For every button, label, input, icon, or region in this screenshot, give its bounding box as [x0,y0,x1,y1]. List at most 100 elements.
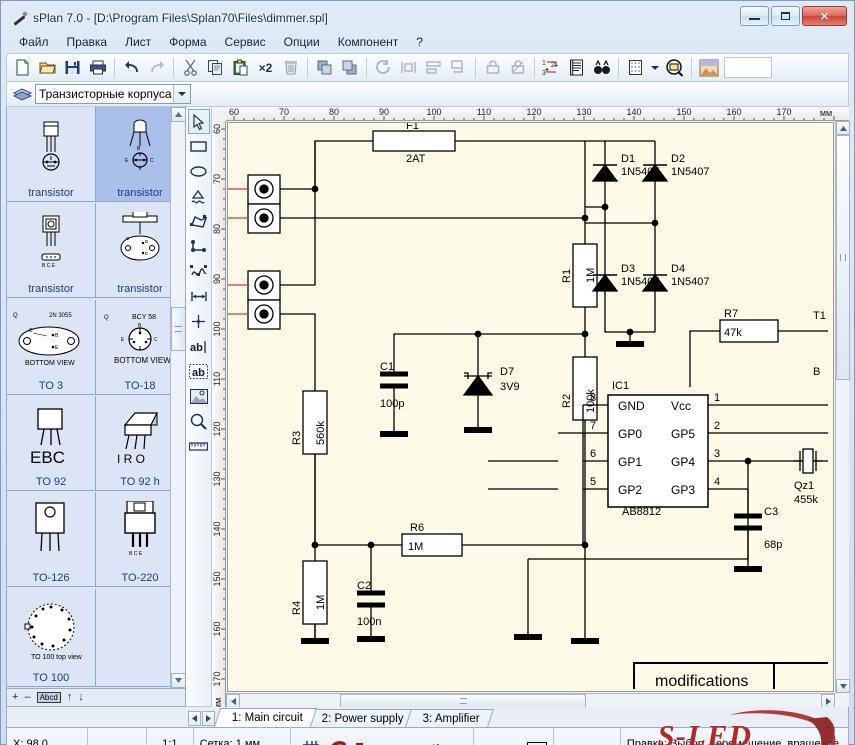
tool-dimension[interactable] [188,284,210,309]
line-style-preview[interactable] [474,728,554,745]
library-rename-button[interactable]: Abcd [37,692,61,703]
library-item-transistor-3[interactable]: B C E transistor [7,203,96,298]
tool-ruler[interactable] [188,434,210,459]
library-select[interactable]: Транзисторные корпуса [35,84,191,104]
snap-magnet-icon[interactable] [329,741,346,745]
grid-info[interactable]: Сетка: 1 мм Масштаб: 1,66 [194,728,291,745]
library-item-to126[interactable]: TO-126 [7,492,96,587]
bring-front-icon[interactable] [312,55,337,80]
library-item-transistor-1[interactable]: transistor [7,107,96,202]
scroll-down-icon[interactable] [836,679,850,693]
zoom-icon[interactable] [662,55,687,80]
tool-curve[interactable] [188,184,210,209]
grid-dropdown-icon[interactable] [648,55,662,80]
library-remove-button[interactable]: – [24,692,30,703]
tool-text[interactable]: ab [188,334,210,359]
send-back-icon[interactable] [337,55,362,80]
new-icon[interactable] [10,55,35,80]
copy-icon[interactable] [203,55,228,80]
rotate-icon[interactable] [371,55,396,80]
library-item-to100[interactable]: TO 100 top view TO 100 [7,589,96,687]
tab-power-supply[interactable]: 2: Power supply [304,709,418,727]
group-icon[interactable] [446,55,471,80]
menu-edit[interactable]: Правка [58,33,117,51]
menu-service[interactable]: Сервис [216,33,275,51]
renumber-icon[interactable]: 1 2 3 [539,55,564,80]
library-move-up-button[interactable]: ↑ [67,692,73,703]
redo-icon[interactable] [144,55,169,80]
tab-scroll-right-icon[interactable] [202,711,215,726]
library-scroll-up-icon[interactable] [171,107,185,122]
tool-select[interactable] [188,109,210,134]
duplicate-x2-icon[interactable]: ×2 [253,55,278,80]
maximize-button[interactable] [771,6,800,26]
mirror-horizontal-icon[interactable] [396,55,421,80]
status-blank-1 [88,728,147,745]
library-item-to92[interactable]: EBC TO 92 [7,396,96,491]
library-toolbar: Транзисторные корпуса [6,82,849,107]
menu-component[interactable]: Компонент [329,33,408,51]
tab-amplifier[interactable]: 3: Amplifier [405,709,494,727]
minimize-button[interactable] [740,6,769,26]
open-icon[interactable] [35,55,60,80]
library-add-button[interactable]: + [12,692,18,703]
lock-icon[interactable] [480,55,505,80]
tool-node[interactable] [188,309,210,334]
library-item-to3[interactable]: Q 2N 3055 B E C BOTTOM VIEW [7,300,96,395]
menu-help[interactable]: ? [407,33,432,51]
delete-trash-icon[interactable] [278,55,303,80]
scroll-left-icon[interactable] [226,694,240,708]
menu-form[interactable]: Форма [160,33,215,51]
library-item-label: transistor [117,187,162,199]
component-list-icon[interactable] [564,55,589,80]
svg-text:D3: D3 [621,263,635,275]
tool-rectangle[interactable] [188,134,210,159]
undo-icon[interactable] [119,55,144,80]
scroll-up-icon[interactable] [836,121,850,135]
status-toggles: 45° 15° [291,728,474,745]
tool-image[interactable] [188,384,210,409]
tool-polyline[interactable] [188,234,210,259]
svg-text:47k: 47k [724,327,742,339]
svg-text:1N5407: 1N5407 [621,166,660,178]
tool-ellipse[interactable] [188,159,210,184]
svg-text:D2: D2 [671,153,685,165]
canvas-horizontal-scrollbar[interactable] [226,693,835,707]
library-scroll-thumb[interactable] [171,307,185,351]
library-stack-icon[interactable] [10,82,35,107]
schematic-sheet[interactable]: F1 2AT D1 1N5407 D2 1N5407 D3 1N5407 D4 … [227,122,834,692]
menu-sheet[interactable]: Лист [116,33,160,51]
library-move-down-button[interactable]: ↓ [78,692,84,703]
menu-options[interactable]: Опции [275,33,329,51]
scale-indicator[interactable]: 1:1 мм [147,728,194,745]
library-scroll-down-icon[interactable] [171,673,185,688]
horizontal-scroll-thumb[interactable] [340,694,586,708]
grid-toggle-icon[interactable] [302,740,320,745]
close-button[interactable]: ✕ [802,6,847,26]
vertical-scroll-thumb[interactable] [836,135,850,380]
tool-bezier[interactable] [188,259,210,284]
tool-zoom[interactable] [188,409,210,434]
svg-text:IC1: IC1 [612,380,629,392]
save-icon[interactable] [60,55,85,80]
menu-file[interactable]: Файл [10,33,58,51]
scroll-right-icon[interactable] [821,694,835,708]
chevron-down-icon[interactable] [173,85,190,103]
print-icon[interactable] [85,55,110,80]
find-icon[interactable] [589,55,614,80]
schematic-canvas[interactable]: 607080 90100110 120130140 150160170 мм 6… [212,107,849,707]
align-icon[interactable] [421,55,446,80]
paste-icon[interactable] [228,55,253,80]
tool-polygon[interactable] [188,209,210,234]
grid-icon[interactable] [623,55,648,80]
library-icon[interactable] [696,55,721,80]
library-grid: transistor B E C [7,107,185,688]
tab-main-circuit[interactable]: 1: Main circuit [214,708,317,727]
tab-scroll-left-icon[interactable] [188,711,201,726]
tool-textbox[interactable]: ab [188,359,210,384]
cut-icon[interactable] [178,55,203,80]
library-scrollbar[interactable] [170,107,185,688]
unlock-icon[interactable] [505,55,530,80]
pin-icon[interactable] [355,741,372,745]
canvas-vertical-scrollbar[interactable] [835,121,849,693]
